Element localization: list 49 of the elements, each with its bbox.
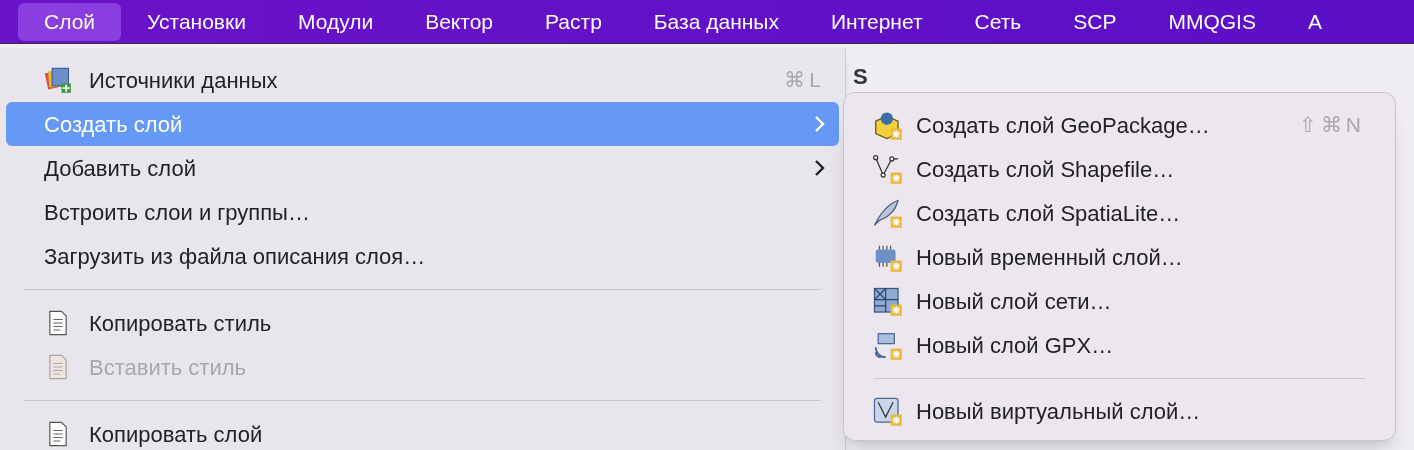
- chevron-right-icon: [813, 159, 825, 177]
- menu-bar-item[interactable]: Модули: [271, 2, 400, 41]
- menu-item[interactable]: Копировать слой: [6, 412, 839, 450]
- submenu-item[interactable]: Создать слой SpatiaLite…: [850, 191, 1389, 235]
- menu-bar-item[interactable]: Слой: [18, 2, 122, 41]
- shortcut-label: ⇧⌘N: [1298, 112, 1365, 139]
- menu-item-label: Копировать слой: [89, 420, 263, 449]
- submenu-item[interactable]: Новый слой сети…: [850, 279, 1389, 323]
- menu-item[interactable]: Встроить слои и группы…: [6, 190, 839, 234]
- virtual-layer-icon: [872, 395, 903, 427]
- menu-item-label: Создать слой Shapefile…: [916, 155, 1175, 184]
- feather-icon: [872, 197, 903, 229]
- menu-bar-item[interactable]: SCP: [1047, 2, 1143, 41]
- menu-bar-item[interactable]: Растр: [519, 2, 628, 41]
- menu-item-label: Новый слой сети…: [916, 287, 1112, 316]
- shortcut-label: ⌘L: [784, 67, 825, 94]
- chevron-right-icon: [813, 115, 825, 133]
- menu-bar-item[interactable]: Вектор: [399, 2, 520, 41]
- menu-item-label: Новый временный слой…: [916, 243, 1183, 272]
- menu-item[interactable]: Источники данных ⌘L: [6, 58, 839, 102]
- grid-mesh-icon: [872, 285, 903, 317]
- data-sources-icon: [44, 66, 72, 94]
- menu-item-label: Создать слой: [44, 110, 183, 139]
- vertex-line-icon: [872, 153, 903, 185]
- menu-bar-item[interactable]: Сеть: [948, 2, 1048, 41]
- submenu-item[interactable]: Новый слой GPX…: [850, 323, 1389, 367]
- menu-item[interactable]: Загрузить из файла описания слоя…: [6, 234, 839, 278]
- menu-item[interactable]: Добавить слой: [6, 146, 839, 190]
- submenu-item[interactable]: Новый виртуальный слой…: [850, 389, 1389, 433]
- submenu-item[interactable]: Новый временный слой…: [850, 235, 1389, 279]
- submenu-item[interactable]: Создать слой Shapefile…: [850, 147, 1389, 191]
- menu-item-label: Источники данных: [89, 66, 278, 95]
- background-text: S: [853, 63, 868, 91]
- menu-item-label: Вставить стиль: [89, 353, 247, 382]
- menu-item-label: Создать слой GeoPackage…: [916, 111, 1210, 140]
- menu-item-label: Загрузить из файла описания слоя…: [44, 242, 426, 271]
- menu-item-label: Копировать стиль: [89, 309, 272, 338]
- menu-bar-item[interactable]: А: [1281, 2, 1348, 41]
- submenu-item[interactable]: Создать слой GeoPackage… ⇧⌘N: [850, 103, 1389, 147]
- menu-bar-item[interactable]: Установки: [121, 2, 272, 41]
- menu-item-label: Новый виртуальный слой…: [916, 397, 1201, 426]
- menu-item-label: Создать слой SpatiaLite…: [916, 199, 1181, 228]
- menu-item[interactable]: Копировать стиль: [6, 301, 839, 345]
- menu-item-label: Встроить слои и группы…: [44, 198, 310, 227]
- menu-bar-item[interactable]: Интернет: [804, 2, 949, 41]
- menu-bar-item[interactable]: База данных: [627, 2, 805, 41]
- menu-item-label: Новый слой GPX…: [916, 331, 1114, 360]
- menu-item-label: Добавить слой: [44, 154, 196, 183]
- menu-bar-item[interactable]: MMQGIS: [1142, 2, 1282, 41]
